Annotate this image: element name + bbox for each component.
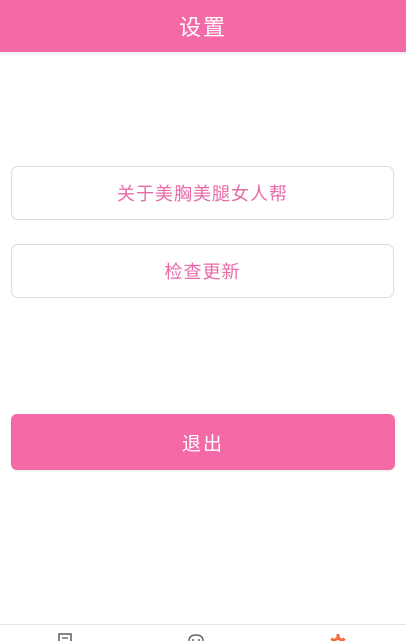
about-app-label: 关于美胸美腿女人帮 [117,184,288,205]
logout-button[interactable]: 退出 [11,414,395,470]
logout-label: 退出 [181,432,224,455]
check-update-button[interactable]: 检查更新 [11,244,394,298]
check-update-label: 检查更新 [164,262,241,283]
about-app-button[interactable]: 关于美胸美腿女人帮 [11,166,394,220]
title-bar: 设置 [0,0,406,52]
bottom-tab-bar [0,624,406,641]
page-title: 设置 [178,16,227,41]
